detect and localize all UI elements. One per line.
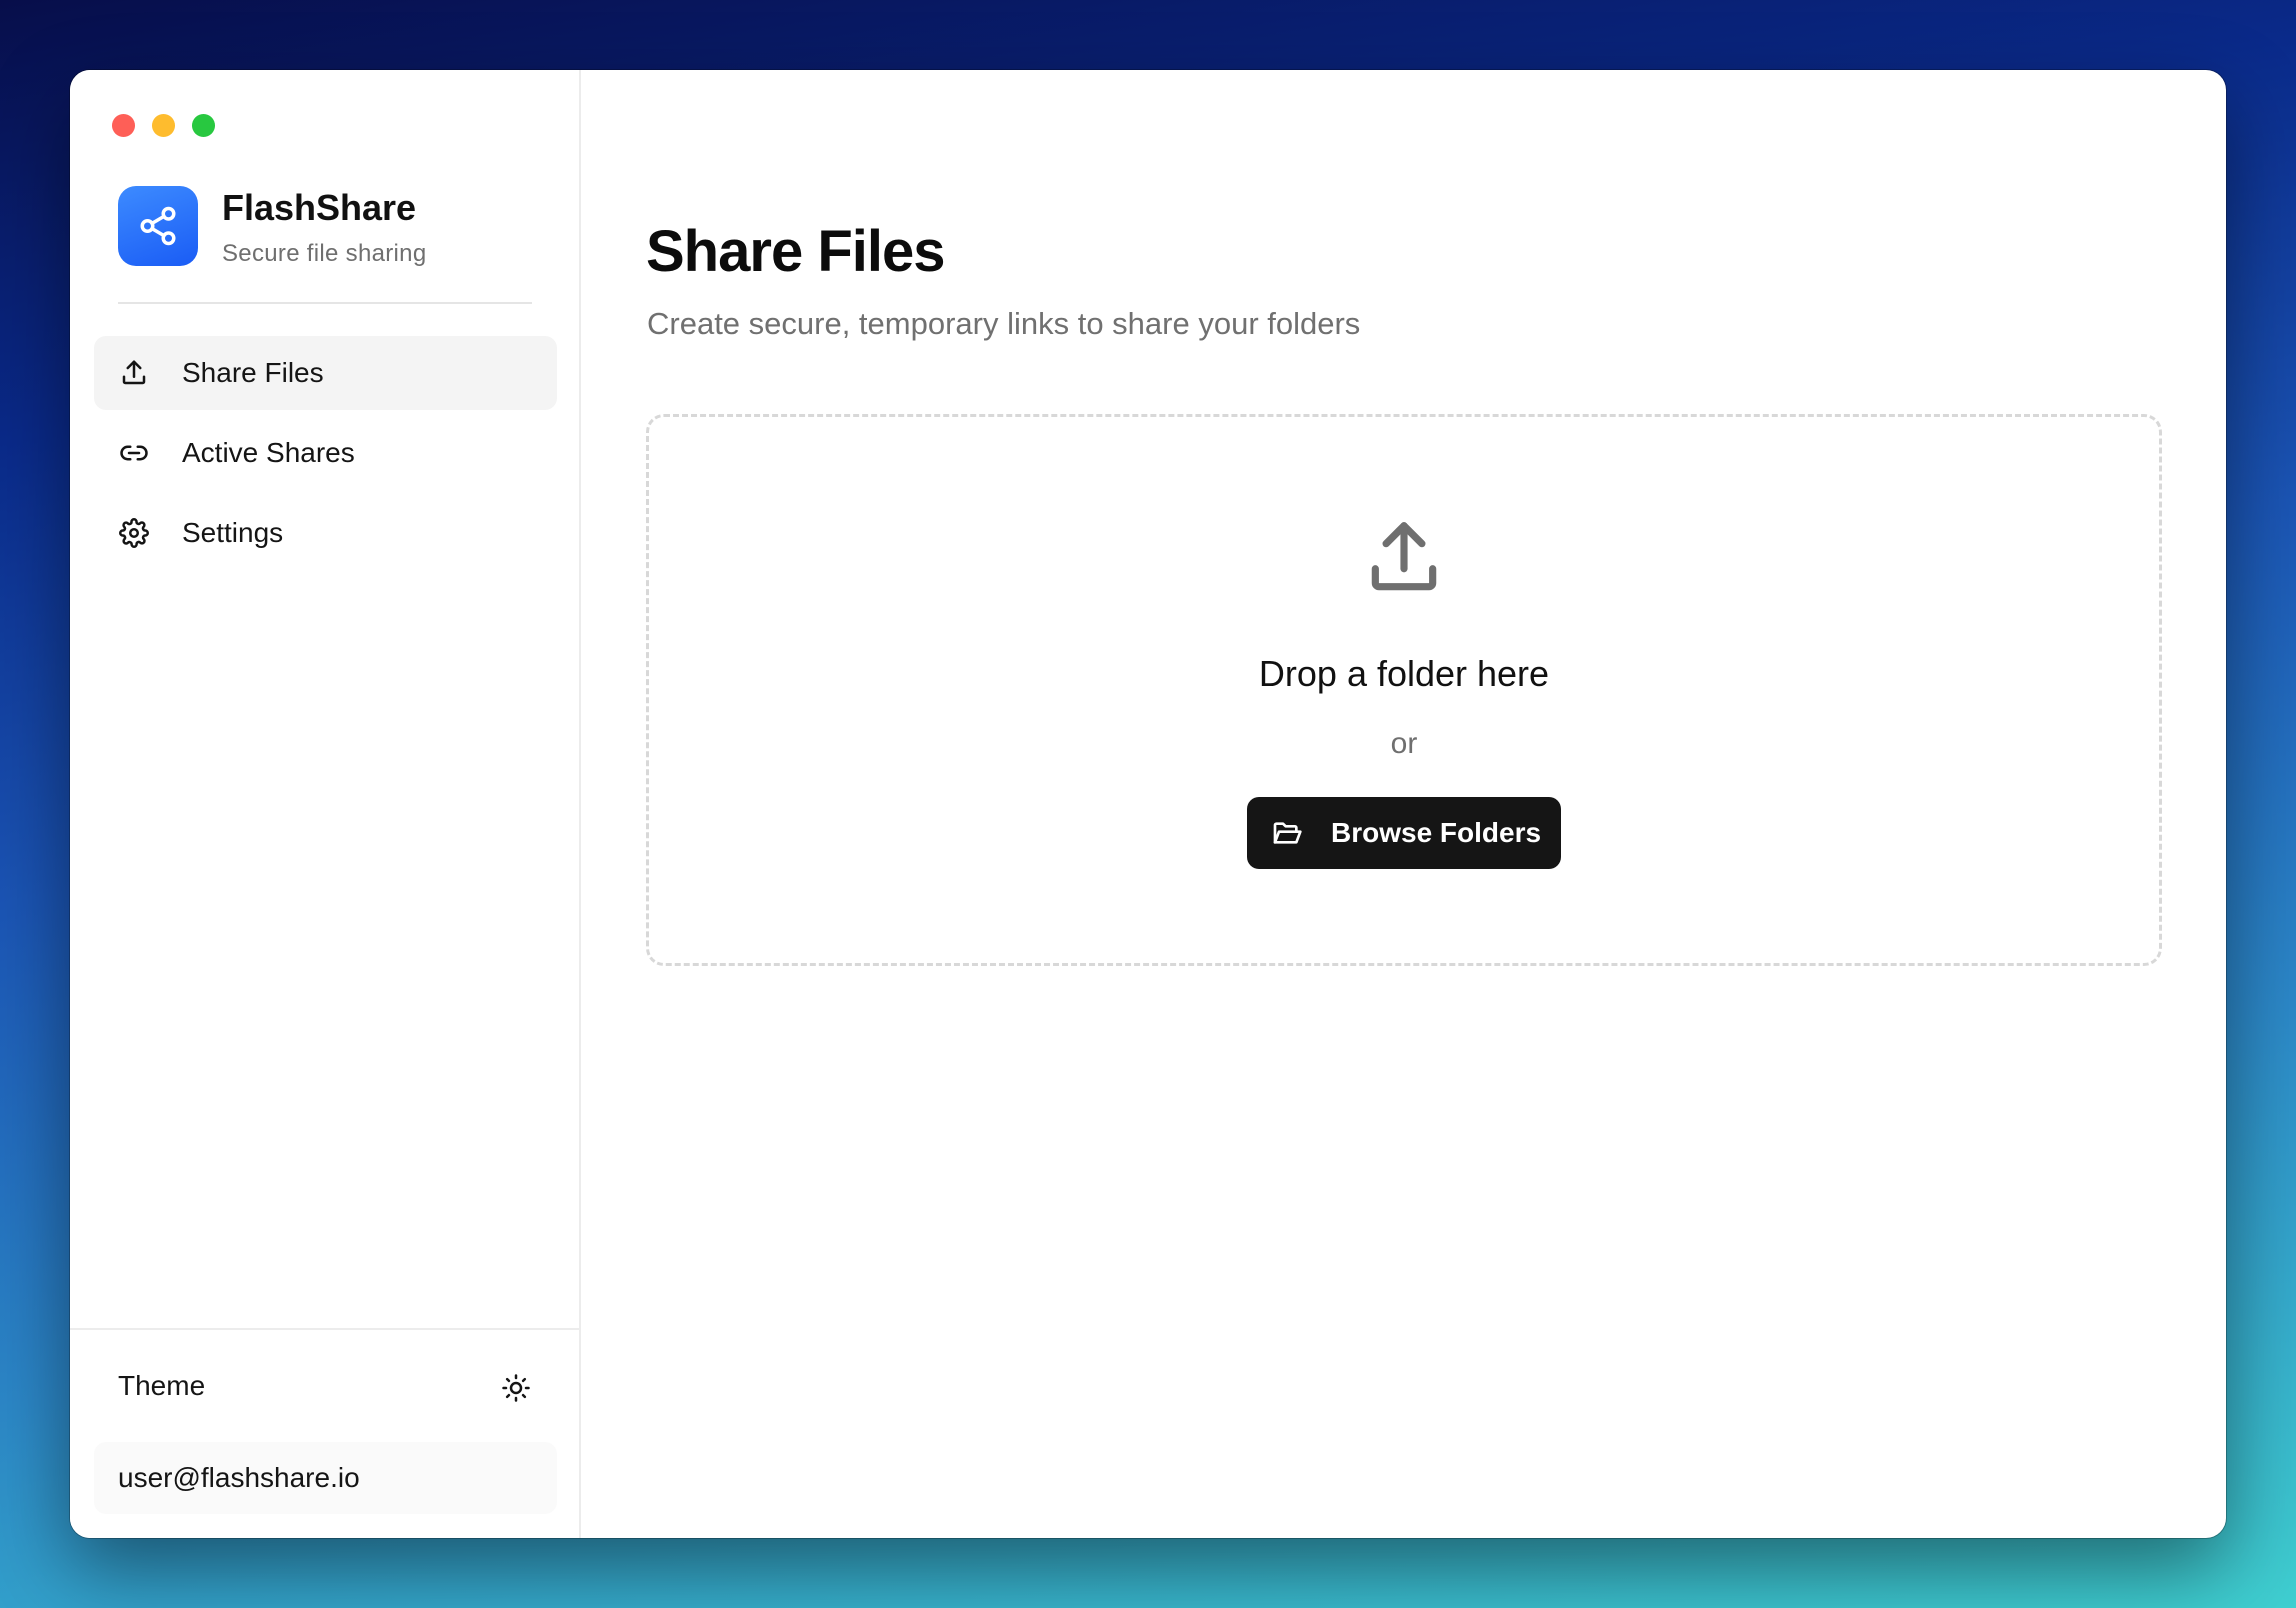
gear-icon xyxy=(118,517,150,549)
sidebar-footer: Theme user@flashshare.io xyxy=(70,1328,579,1538)
sidebar-item-settings[interactable]: Settings xyxy=(94,496,557,570)
page-subtitle: Create secure, temporary links to share … xyxy=(647,306,1361,341)
browse-folders-label: Browse Folders xyxy=(1331,817,1542,848)
share-icon xyxy=(140,206,176,246)
folder-open-icon xyxy=(1273,822,1302,844)
sidebar-item-label: Active Shares xyxy=(182,437,355,468)
sidebar-item-share-files[interactable]: Share Files xyxy=(94,336,557,410)
link-icon xyxy=(118,437,150,469)
upload-icon xyxy=(118,357,150,389)
minimize-window-button[interactable] xyxy=(152,114,175,137)
sidebar-item-label: Settings xyxy=(182,517,284,548)
app-logo xyxy=(118,186,198,266)
page-title: Share Files xyxy=(646,219,945,284)
dropzone-or: or xyxy=(1390,727,1418,760)
folder-dropzone[interactable]: Drop a folder here or Browse Folders xyxy=(646,414,2162,966)
app-name: FlashShare xyxy=(222,187,417,228)
upload-icon xyxy=(1371,522,1437,591)
browse-folders-button[interactable]: Browse Folders xyxy=(1247,797,1561,869)
theme-toggle-button[interactable] xyxy=(498,1370,534,1406)
main-content: Share Files Create secure, temporary lin… xyxy=(581,70,2226,1538)
zoom-window-button[interactable] xyxy=(192,114,215,137)
app-window: FlashShare Secure file sharing Share Fil… xyxy=(70,70,2226,1538)
theme-label: Theme xyxy=(118,1370,206,1401)
brand-divider xyxy=(118,302,532,304)
sidebar-nav: Share Files Active Shares Settings xyxy=(94,336,557,576)
sun-icon xyxy=(502,1374,530,1402)
sidebar-item-active-shares[interactable]: Active Shares xyxy=(94,416,557,490)
app-tagline: Secure file sharing xyxy=(222,240,427,267)
close-window-button[interactable] xyxy=(112,114,135,137)
sidebar: FlashShare Secure file sharing Share Fil… xyxy=(70,70,581,1538)
sidebar-item-label: Share Files xyxy=(182,357,324,388)
window-controls xyxy=(112,114,215,137)
dropzone-title: Drop a folder here xyxy=(1258,653,1550,694)
user-account[interactable]: user@flashshare.io xyxy=(94,1442,557,1514)
